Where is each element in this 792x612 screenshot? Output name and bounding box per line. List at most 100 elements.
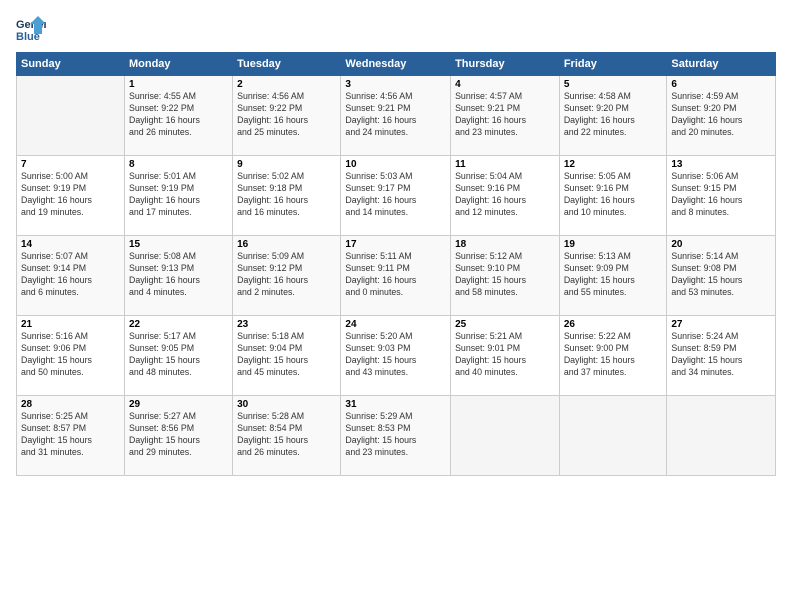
day-cell: 19Sunrise: 5:13 AM Sunset: 9:09 PM Dayli… [559, 236, 667, 316]
day-number: 24 [345, 319, 446, 330]
day-number: 7 [21, 159, 120, 170]
day-info: Sunrise: 5:25 AM Sunset: 8:57 PM Dayligh… [21, 411, 120, 459]
header-row: SundayMondayTuesdayWednesdayThursdayFrid… [17, 53, 776, 76]
day-cell: 15Sunrise: 5:08 AM Sunset: 9:13 PM Dayli… [124, 236, 232, 316]
header-cell-sunday: Sunday [17, 53, 125, 76]
day-number: 5 [564, 79, 663, 90]
day-number: 9 [237, 159, 336, 170]
day-cell: 12Sunrise: 5:05 AM Sunset: 9:16 PM Dayli… [559, 156, 667, 236]
day-number: 11 [455, 159, 555, 170]
day-cell: 21Sunrise: 5:16 AM Sunset: 9:06 PM Dayli… [17, 316, 125, 396]
day-cell: 24Sunrise: 5:20 AM Sunset: 9:03 PM Dayli… [341, 316, 451, 396]
day-cell: 9Sunrise: 5:02 AM Sunset: 9:18 PM Daylig… [233, 156, 341, 236]
day-cell [559, 396, 667, 476]
day-cell [667, 396, 776, 476]
day-number: 18 [455, 239, 555, 250]
day-cell: 31Sunrise: 5:29 AM Sunset: 8:53 PM Dayli… [341, 396, 451, 476]
day-info: Sunrise: 5:18 AM Sunset: 9:04 PM Dayligh… [237, 331, 336, 379]
day-number: 22 [129, 319, 228, 330]
day-cell: 30Sunrise: 5:28 AM Sunset: 8:54 PM Dayli… [233, 396, 341, 476]
calendar-table: SundayMondayTuesdayWednesdayThursdayFrid… [16, 52, 776, 476]
day-info: Sunrise: 5:09 AM Sunset: 9:12 PM Dayligh… [237, 251, 336, 299]
day-number: 4 [455, 79, 555, 90]
day-number: 12 [564, 159, 663, 170]
day-info: Sunrise: 5:05 AM Sunset: 9:16 PM Dayligh… [564, 171, 663, 219]
day-number: 16 [237, 239, 336, 250]
day-info: Sunrise: 5:01 AM Sunset: 9:19 PM Dayligh… [129, 171, 228, 219]
day-cell: 16Sunrise: 5:09 AM Sunset: 9:12 PM Dayli… [233, 236, 341, 316]
day-number: 20 [671, 239, 771, 250]
day-number: 26 [564, 319, 663, 330]
day-info: Sunrise: 5:22 AM Sunset: 9:00 PM Dayligh… [564, 331, 663, 379]
day-cell: 6Sunrise: 4:59 AM Sunset: 9:20 PM Daylig… [667, 76, 776, 156]
header-cell-thursday: Thursday [451, 53, 560, 76]
day-number: 2 [237, 79, 336, 90]
day-info: Sunrise: 4:57 AM Sunset: 9:21 PM Dayligh… [455, 91, 555, 139]
day-info: Sunrise: 5:02 AM Sunset: 9:18 PM Dayligh… [237, 171, 336, 219]
day-number: 19 [564, 239, 663, 250]
day-info: Sunrise: 4:55 AM Sunset: 9:22 PM Dayligh… [129, 91, 228, 139]
header-cell-monday: Monday [124, 53, 232, 76]
day-info: Sunrise: 5:27 AM Sunset: 8:56 PM Dayligh… [129, 411, 228, 459]
day-cell: 20Sunrise: 5:14 AM Sunset: 9:08 PM Dayli… [667, 236, 776, 316]
day-number: 25 [455, 319, 555, 330]
day-info: Sunrise: 5:29 AM Sunset: 8:53 PM Dayligh… [345, 411, 446, 459]
day-cell: 5Sunrise: 4:58 AM Sunset: 9:20 PM Daylig… [559, 76, 667, 156]
day-number: 15 [129, 239, 228, 250]
day-number: 23 [237, 319, 336, 330]
page: General Blue SundayMondayTuesdayWednesda… [0, 0, 792, 612]
day-cell: 23Sunrise: 5:18 AM Sunset: 9:04 PM Dayli… [233, 316, 341, 396]
week-row-2: 7Sunrise: 5:00 AM Sunset: 9:19 PM Daylig… [17, 156, 776, 236]
day-cell: 26Sunrise: 5:22 AM Sunset: 9:00 PM Dayli… [559, 316, 667, 396]
week-row-1: 1Sunrise: 4:55 AM Sunset: 9:22 PM Daylig… [17, 76, 776, 156]
week-row-4: 21Sunrise: 5:16 AM Sunset: 9:06 PM Dayli… [17, 316, 776, 396]
day-number: 14 [21, 239, 120, 250]
day-number: 21 [21, 319, 120, 330]
day-info: Sunrise: 5:24 AM Sunset: 8:59 PM Dayligh… [671, 331, 771, 379]
day-info: Sunrise: 5:06 AM Sunset: 9:15 PM Dayligh… [671, 171, 771, 219]
day-info: Sunrise: 5:08 AM Sunset: 9:13 PM Dayligh… [129, 251, 228, 299]
day-number: 3 [345, 79, 446, 90]
day-cell: 27Sunrise: 5:24 AM Sunset: 8:59 PM Dayli… [667, 316, 776, 396]
day-cell: 10Sunrise: 5:03 AM Sunset: 9:17 PM Dayli… [341, 156, 451, 236]
header-cell-tuesday: Tuesday [233, 53, 341, 76]
day-number: 31 [345, 399, 446, 410]
day-number: 17 [345, 239, 446, 250]
day-info: Sunrise: 5:13 AM Sunset: 9:09 PM Dayligh… [564, 251, 663, 299]
day-info: Sunrise: 5:00 AM Sunset: 9:19 PM Dayligh… [21, 171, 120, 219]
day-cell: 14Sunrise: 5:07 AM Sunset: 9:14 PM Dayli… [17, 236, 125, 316]
day-info: Sunrise: 4:56 AM Sunset: 9:21 PM Dayligh… [345, 91, 446, 139]
day-cell: 29Sunrise: 5:27 AM Sunset: 8:56 PM Dayli… [124, 396, 232, 476]
logo-icon: General Blue [16, 16, 46, 44]
day-number: 1 [129, 79, 228, 90]
day-cell: 13Sunrise: 5:06 AM Sunset: 9:15 PM Dayli… [667, 156, 776, 236]
day-cell: 22Sunrise: 5:17 AM Sunset: 9:05 PM Dayli… [124, 316, 232, 396]
week-row-5: 28Sunrise: 5:25 AM Sunset: 8:57 PM Dayli… [17, 396, 776, 476]
day-info: Sunrise: 5:07 AM Sunset: 9:14 PM Dayligh… [21, 251, 120, 299]
day-number: 6 [671, 79, 771, 90]
day-cell: 7Sunrise: 5:00 AM Sunset: 9:19 PM Daylig… [17, 156, 125, 236]
day-number: 10 [345, 159, 446, 170]
day-number: 13 [671, 159, 771, 170]
day-info: Sunrise: 4:56 AM Sunset: 9:22 PM Dayligh… [237, 91, 336, 139]
day-cell: 11Sunrise: 5:04 AM Sunset: 9:16 PM Dayli… [451, 156, 560, 236]
day-info: Sunrise: 5:17 AM Sunset: 9:05 PM Dayligh… [129, 331, 228, 379]
day-number: 28 [21, 399, 120, 410]
day-number: 8 [129, 159, 228, 170]
day-number: 29 [129, 399, 228, 410]
day-info: Sunrise: 5:11 AM Sunset: 9:11 PM Dayligh… [345, 251, 446, 299]
day-number: 30 [237, 399, 336, 410]
logo: General Blue [16, 16, 52, 44]
day-info: Sunrise: 5:03 AM Sunset: 9:17 PM Dayligh… [345, 171, 446, 219]
header-cell-saturday: Saturday [667, 53, 776, 76]
day-cell [451, 396, 560, 476]
week-row-3: 14Sunrise: 5:07 AM Sunset: 9:14 PM Dayli… [17, 236, 776, 316]
header-cell-friday: Friday [559, 53, 667, 76]
day-cell: 25Sunrise: 5:21 AM Sunset: 9:01 PM Dayli… [451, 316, 560, 396]
day-cell: 28Sunrise: 5:25 AM Sunset: 8:57 PM Dayli… [17, 396, 125, 476]
day-cell: 1Sunrise: 4:55 AM Sunset: 9:22 PM Daylig… [124, 76, 232, 156]
day-cell: 18Sunrise: 5:12 AM Sunset: 9:10 PM Dayli… [451, 236, 560, 316]
day-cell: 17Sunrise: 5:11 AM Sunset: 9:11 PM Dayli… [341, 236, 451, 316]
day-info: Sunrise: 5:12 AM Sunset: 9:10 PM Dayligh… [455, 251, 555, 299]
day-info: Sunrise: 5:16 AM Sunset: 9:06 PM Dayligh… [21, 331, 120, 379]
